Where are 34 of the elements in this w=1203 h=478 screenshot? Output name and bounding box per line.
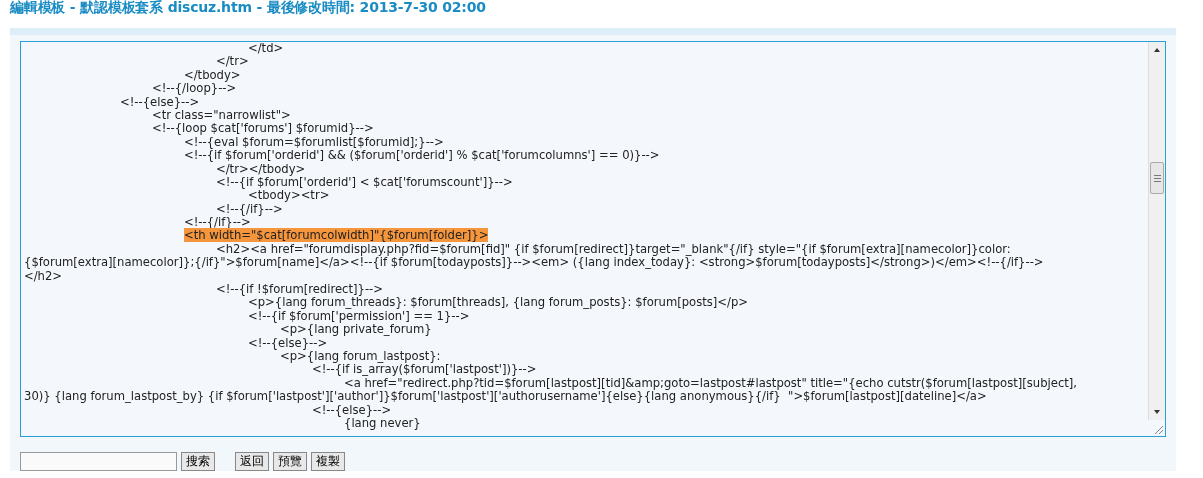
page-title: 編輯模板 - 默認模板套系 discuz.htm - 最後修改時間: 2013-7-30 02:00 <box>8 0 487 17</box>
code-line: <!--{/if}--> <box>216 201 283 216</box>
code-line: <!--{loop $cat['forums'] $forumid}--> <box>152 121 374 136</box>
code-line: <!--{else}--> <box>248 335 328 350</box>
code-line: </tr> <box>216 54 249 69</box>
code-line: <!--{if is_array($forum['lastpost'])}--> <box>312 362 537 377</box>
code-line: </h2> <box>24 268 63 283</box>
toolbar-button[interactable]: 預覽 <box>273 452 307 471</box>
code-line: <!--{else}--> <box>120 94 200 109</box>
code-line: {$forum[extra][namecolor]};{/if}">$forum[name]</a><!--{if $forum[todayposts]}--><em> ({lang index_today}: <strong>$forum[todayposts]</strong>)</em><!--{/if}--> <box>24 255 1044 270</box>
toolbar-button[interactable]: 複製 <box>311 452 345 471</box>
resize-grip-icon[interactable] <box>1152 423 1164 435</box>
code-line: <p>{lang forum_threads}: $forum[threads], {lang forum_posts}: $forum[posts]</p> <box>248 295 748 310</box>
code-line: </tbody> <box>184 67 241 82</box>
code-line: <p>{lang private_forum} <box>280 322 432 337</box>
code-line: <!--{if $forum['permission'] == 1}--> <box>248 308 470 323</box>
toolbar-button[interactable]: 返回 <box>235 452 269 471</box>
code-line: <tbody><tr> <box>248 188 330 203</box>
code-line: <!--{eval $forum=$forumlist[$forumid];}--> <box>184 134 444 149</box>
code-line: <!--{else}--> <box>312 402 392 417</box>
code-line: <!--{if $forum['orderid'] && ($forum['orderid'] % $cat['forumcolumns'] == 0)}--> <box>184 148 660 163</box>
code-line: <!--{/if}--> <box>184 215 251 230</box>
code-line: </tr></tbody> <box>216 161 306 176</box>
code-line: <a href="redirect.php?tid=$forum[lastpost][tid]&amp;goto=lastpost#lastpost" title="{echo cutstr($forum[lastpost][subject], <box>344 375 1077 390</box>
code-line: <h2><a href="forumdisplay.php?fid=$forum[fid]" {if $forum[redirect]}target="_blank"{/if} style="{if $forum[extra][namecolor]}color: <box>216 241 1011 256</box>
code-line: 30)} {lang forum_lastpost_by} {if $forum['lastpost']['author']}$forum['lastpost']['authorusername']{else}{lang anonymous}{/if} ">$forum[lastpost][dateline]</a> <box>24 389 987 404</box>
code-line: <p>{lang forum_lastpost}: <box>280 349 441 363</box>
code-line: </td> <box>248 42 284 55</box>
scroll-thumb[interactable] <box>1150 162 1164 194</box>
code-line: <!--{/loop}--> <box>152 81 237 96</box>
scrollbar[interactable] <box>1148 42 1165 420</box>
search-field[interactable] <box>20 452 177 471</box>
search-button[interactable]: 搜索 <box>181 452 215 471</box>
code-line: <!--{if !$forum[redirect]}--> <box>216 282 383 297</box>
